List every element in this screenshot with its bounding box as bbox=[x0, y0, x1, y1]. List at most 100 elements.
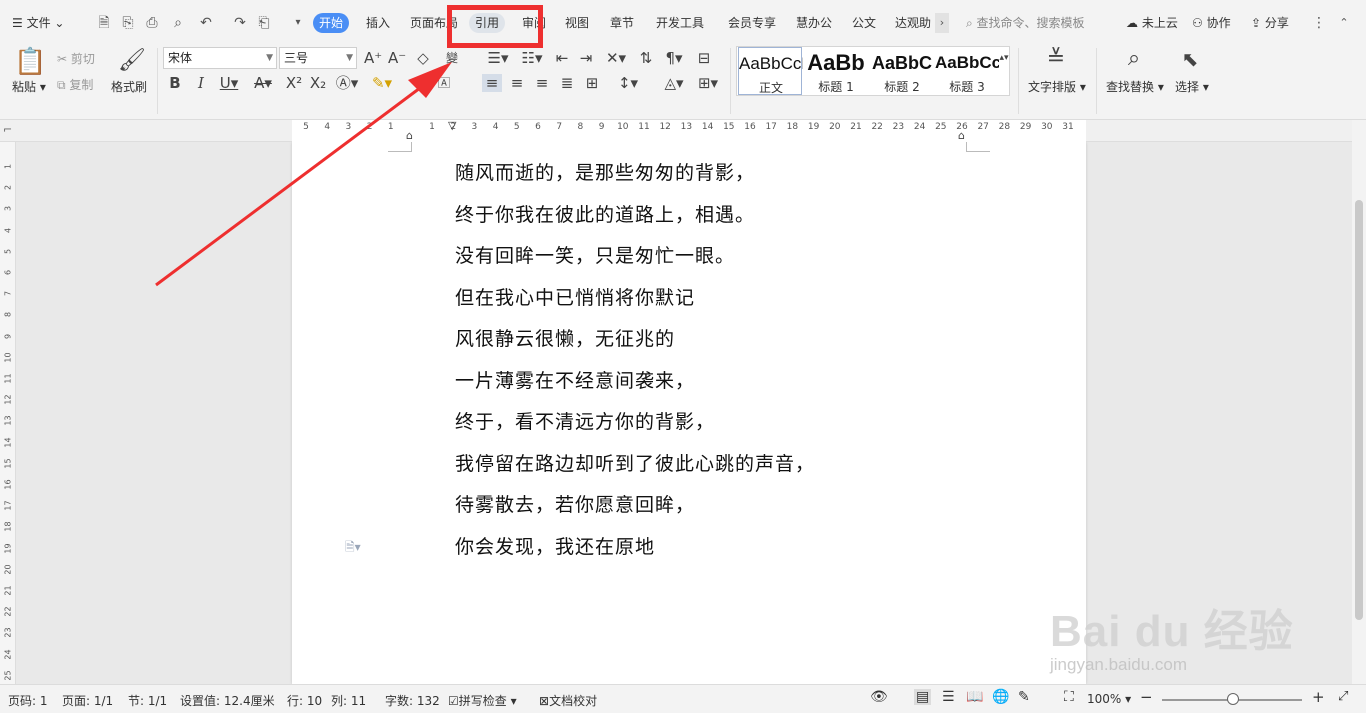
paragraph-handle-icon[interactable]: 🗎▾ bbox=[345, 538, 361, 559]
tab-official-doc[interactable]: 公文 bbox=[846, 13, 882, 33]
document-line[interactable]: 风很静云很懒，无征兆的 bbox=[455, 324, 675, 351]
find-replace-button[interactable]: 查找替换 ▾ bbox=[1106, 78, 1164, 95]
document-line[interactable]: 待雾散去，若你愿意回眸， bbox=[455, 490, 695, 517]
bold-icon[interactable]: B bbox=[166, 74, 184, 92]
document-line[interactable]: 终于你我在彼此的道路上，相遇。 bbox=[455, 200, 755, 227]
scrollbar-thumb[interactable] bbox=[1355, 200, 1363, 620]
clear-format-icon[interactable]: ◇ bbox=[414, 49, 432, 67]
indent-marker-icon[interactable]: ⌂ bbox=[406, 129, 413, 142]
outline-view-icon[interactable]: ☰ bbox=[942, 689, 955, 705]
share-button[interactable]: ⇪ 分享 bbox=[1251, 13, 1289, 33]
phonetic-guide-icon[interactable]: 變 bbox=[440, 49, 464, 67]
tab-insert[interactable]: 插入 bbox=[360, 13, 396, 33]
tabs-more-icon[interactable]: › bbox=[935, 13, 949, 33]
tab-type-icon[interactable]: ⌐ bbox=[3, 123, 12, 136]
style-heading-2[interactable]: AaBbC 标题 2 bbox=[870, 47, 934, 95]
right-indent-icon[interactable]: ⌂ bbox=[958, 129, 965, 142]
zoom-slider-knob[interactable] bbox=[1227, 693, 1239, 705]
style-heading-1[interactable]: AaBb 标题 1 bbox=[804, 47, 868, 95]
print-icon[interactable]: ⎙ bbox=[142, 13, 162, 33]
shading-icon[interactable]: ◬▾ bbox=[660, 74, 688, 92]
status-page[interactable]: 页面: 1/1 bbox=[62, 692, 113, 709]
fullscreen-icon[interactable]: ⤢ bbox=[1338, 689, 1348, 704]
first-line-indent-icon[interactable]: ▽ bbox=[448, 119, 456, 132]
numbered-list-icon[interactable]: ☷▾ bbox=[518, 49, 546, 67]
text-effect-icon[interactable]: Ⓐ▾ bbox=[334, 74, 360, 92]
distributed-icon[interactable]: ⊞ bbox=[582, 74, 602, 92]
document-line[interactable]: 但在我心中已悄悄将你默记 bbox=[455, 283, 695, 310]
paste-icon[interactable]: 📋 bbox=[14, 48, 46, 76]
style-normal[interactable]: AaBbCcDd 正文 bbox=[738, 47, 803, 95]
borders-icon[interactable]: ⊞▾ bbox=[694, 74, 722, 92]
align-left-icon[interactable]: ≡ bbox=[482, 74, 502, 92]
print-preview-icon[interactable]: ⌕ bbox=[168, 13, 188, 33]
vertical-ruler[interactable]: 1 2 3 4 5 6 7 8 9 10 11 12 13 14 15 16 17 18 19 20 21 22 23 24 2… bbox=[0, 142, 16, 684]
status-page-number[interactable]: 页码: 1 bbox=[8, 692, 48, 709]
web-view-icon[interactable]: 🌐 bbox=[992, 689, 1009, 705]
doc-proofread-button[interactable]: ⊠文档校对 bbox=[539, 692, 597, 709]
magnifier-icon[interactable]: ⌕ bbox=[1122, 46, 1146, 72]
paste-button[interactable]: 粘贴 ▾ bbox=[12, 78, 46, 95]
command-search[interactable]: ⌕ 查找命令、搜索模板 bbox=[966, 13, 1085, 33]
select-button[interactable]: 选择 ▾ bbox=[1175, 78, 1209, 95]
text-layout-icon[interactable]: ≚ bbox=[1044, 46, 1068, 72]
write-mode-icon[interactable]: ✎ bbox=[1018, 689, 1030, 705]
status-section[interactable]: 节: 1/1 bbox=[128, 692, 167, 709]
status-col[interactable]: 列: 11 bbox=[331, 692, 366, 709]
align-center-icon[interactable]: ≡ bbox=[507, 74, 527, 92]
text-layout-button[interactable]: 文字排版 ▾ bbox=[1028, 78, 1086, 95]
document-line[interactable]: 我停留在路边却听到了彼此心跳的声音， bbox=[455, 449, 815, 476]
character-border-icon[interactable]: 🄰 bbox=[434, 74, 454, 92]
tab-smart-office[interactable]: 慧办公 bbox=[790, 13, 838, 33]
style-scroll-icon[interactable]: ▴▾ bbox=[999, 49, 1009, 67]
zoom-out-icon[interactable]: − bbox=[1140, 688, 1153, 706]
status-word-count[interactable]: 字数: 132 bbox=[385, 692, 440, 709]
reading-view-icon[interactable]: 📖 bbox=[966, 689, 983, 705]
format-painter-icon[interactable]: 🖌 bbox=[118, 48, 146, 74]
document-line[interactable]: 没有回眸一笑，只是匆忙一眼。 bbox=[455, 241, 735, 268]
collaborate-button[interactable]: ⚇ 协作 bbox=[1192, 13, 1231, 33]
chinese-layout-icon[interactable]: ✕▾ bbox=[602, 49, 630, 67]
align-right-icon[interactable]: ≡ bbox=[532, 74, 552, 92]
file-menu-button[interactable]: ☰ 文件 ⌄ bbox=[12, 12, 64, 34]
spell-check-button[interactable]: ☑拼写检查 ▾ bbox=[448, 692, 517, 709]
tab-daguan[interactable]: 达观助 bbox=[889, 13, 937, 33]
format-icon[interactable]: ⎗ bbox=[254, 13, 274, 33]
cursor-select-icon[interactable]: ⬉ bbox=[1180, 46, 1200, 72]
tab-member[interactable]: 会员专享 bbox=[722, 13, 782, 33]
bullet-list-icon[interactable]: ☰▾ bbox=[484, 49, 512, 67]
line-spacing-icon[interactable]: ↕▾ bbox=[614, 74, 642, 92]
justify-icon[interactable]: ≣ bbox=[557, 74, 577, 92]
vertical-scrollbar[interactable] bbox=[1352, 120, 1366, 684]
tab-view[interactable]: 视图 bbox=[559, 13, 595, 33]
tab-home[interactable]: 开始 bbox=[313, 13, 350, 33]
eye-protection-icon[interactable]: 👁 bbox=[870, 689, 888, 705]
document-line[interactable]: 你会发现，我还在原地 bbox=[455, 532, 655, 559]
increase-indent-icon[interactable]: ⇥ bbox=[576, 49, 596, 67]
document-line[interactable]: 一片薄雾在不经意间袭来， bbox=[455, 366, 695, 393]
quick-access-more-icon[interactable]: ▾ bbox=[288, 13, 308, 33]
cut-button[interactable]: ✂ 剪切 bbox=[57, 50, 95, 67]
page-view-icon[interactable]: ▤ bbox=[914, 689, 932, 705]
subscript-icon[interactable]: X₂ bbox=[308, 74, 328, 92]
italic-icon[interactable]: I bbox=[192, 74, 210, 92]
more-options-icon[interactable]: ⋮ bbox=[1309, 13, 1329, 33]
zoom-level[interactable]: 100% ▾ bbox=[1087, 692, 1131, 706]
collapse-ribbon-icon[interactable]: ⌃ bbox=[1334, 13, 1354, 33]
format-painter-button[interactable]: 格式刷 bbox=[111, 78, 147, 95]
paragraph-mark-icon[interactable]: ¶▾ bbox=[660, 49, 688, 67]
undo-icon[interactable]: ↶ bbox=[196, 13, 216, 33]
style-heading-3[interactable]: AaBbCc 标题 3 bbox=[935, 47, 999, 95]
fit-page-icon[interactable]: ⛶ bbox=[1064, 689, 1074, 705]
cloud-status-button[interactable]: ☁ 未上云 bbox=[1126, 13, 1178, 33]
superscript-icon[interactable]: X² bbox=[284, 74, 304, 92]
zoom-in-icon[interactable]: + bbox=[1312, 688, 1325, 706]
copy-button[interactable]: ⧉ 复制 bbox=[57, 76, 93, 93]
sort-icon[interactable]: ⇅ bbox=[636, 49, 656, 67]
document-line[interactable]: 随风而逝的，是那些匆匆的背影， bbox=[455, 158, 755, 185]
grow-font-icon[interactable]: A⁺ bbox=[364, 49, 382, 67]
font-name-select[interactable]: 宋体 ▼ bbox=[163, 47, 277, 69]
document-page[interactable]: 随风而逝的，是那些匆匆的背影， 终于你我在彼此的道路上，相遇。 没有回眸一笑，只是匆… bbox=[292, 142, 1086, 684]
font-size-select[interactable]: 三号 ▼ bbox=[279, 47, 357, 69]
shrink-font-icon[interactable]: A⁻ bbox=[388, 49, 406, 67]
